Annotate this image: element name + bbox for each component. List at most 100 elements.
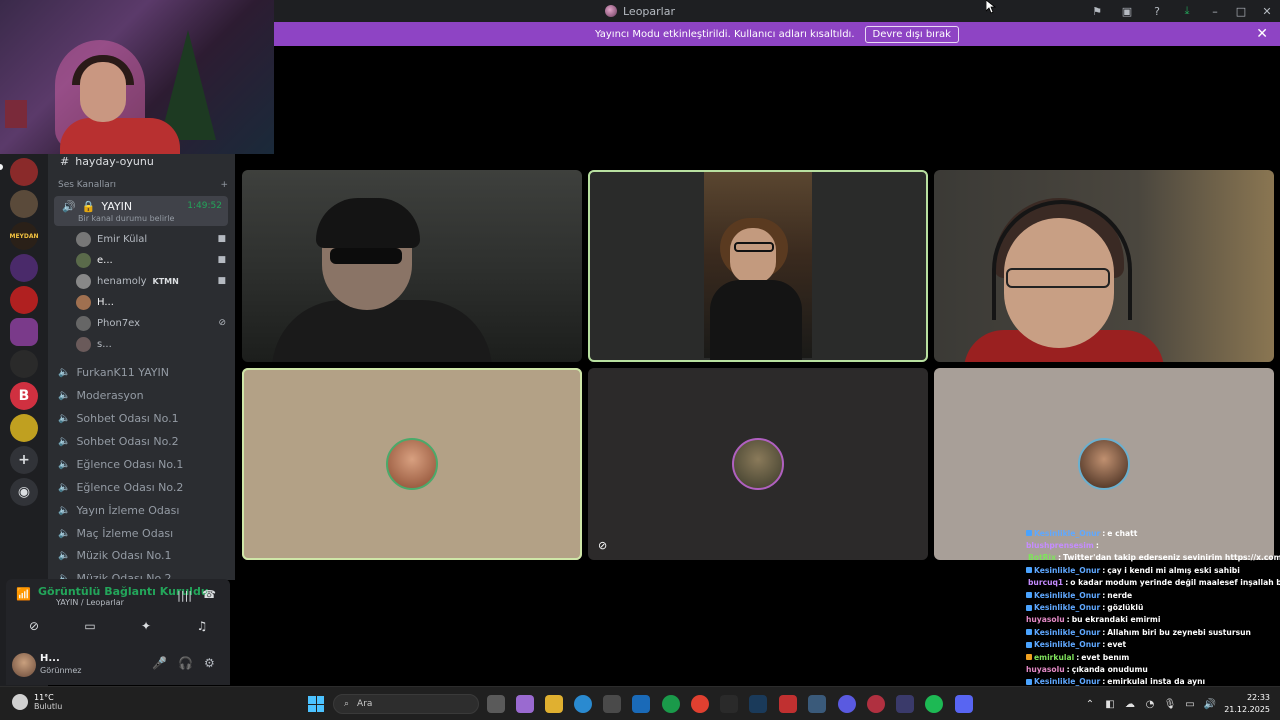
noise-suppression-icon[interactable]: |||| (177, 589, 192, 602)
voice-channel[interactable]: 🔈 Sohbet Odası No.1 (58, 408, 230, 428)
steam-icon[interactable] (749, 695, 767, 713)
clock-date: 21.12.2025 (1224, 705, 1270, 714)
server-icon-7[interactable] (10, 350, 38, 378)
chat-message: Kesinlikle_Onur: çay i kendi mi almış esk… (1024, 564, 1280, 576)
voice-channel[interactable]: 🔈 Eğlence Odası No.2 (58, 477, 230, 497)
inbox-icon[interactable]: ⚑ (1082, 0, 1112, 22)
app-icon[interactable] (779, 695, 797, 713)
text-channel[interactable]: # hayday-oyunu (60, 154, 154, 168)
discord-icon[interactable] (955, 695, 973, 713)
disconnect-icon[interactable]: ☎ (202, 588, 216, 601)
banner-text: Yayıncı Modu etkinleştirildi. Kullanıcı … (595, 28, 855, 40)
maximize-button[interactable]: □ (1228, 0, 1254, 22)
settings-icon[interactable]: ⚙ (204, 656, 215, 670)
voice-channel[interactable]: 🔈 Sohbet Odası No.2 (58, 431, 230, 451)
microphone-icon[interactable]: 🎤 (152, 656, 167, 670)
voice-channel[interactable]: 🔈 FurkanK11 YAYIN (58, 362, 230, 382)
camera-off-icon[interactable]: ⊘ (14, 615, 54, 637)
voice-member[interactable]: s... (76, 335, 226, 353)
server-icon-5[interactable] (10, 286, 38, 314)
voice-channel[interactable]: 🔈 Moderasyon (58, 385, 230, 405)
chrome-icon[interactable] (691, 695, 709, 713)
voice-member[interactable]: e... ■ (76, 251, 226, 269)
activities-icon[interactable]: ✦ (126, 615, 166, 637)
close-window-button[interactable]: ✕ (1254, 0, 1280, 22)
server-icon-8[interactable]: B (10, 382, 38, 410)
chat-text: çay i kendi mi almış eski sahibi (1107, 565, 1240, 575)
app-icon[interactable] (808, 695, 826, 713)
server-icon-1[interactable] (10, 158, 38, 186)
add-channel-icon[interactable]: + (220, 180, 228, 190)
camera-icon: ■ (217, 255, 226, 265)
voice-category[interactable]: Ses Kanalları + (58, 180, 228, 190)
weather-condition: Bulutlu (34, 702, 63, 711)
screen-share-icon[interactable]: ▭ (70, 615, 110, 637)
voice-member[interactable]: Emir Külal ■ (76, 230, 226, 248)
server-icon-4[interactable] (10, 254, 38, 282)
taskbar-search[interactable]: ⌕ Ara (333, 694, 479, 714)
soundboard-icon[interactable]: ♫ (182, 615, 222, 637)
video-tile[interactable] (242, 170, 582, 362)
avatar (76, 252, 91, 268)
onedrive-icon[interactable]: ☁ (1120, 699, 1140, 710)
voice-member[interactable]: H... (76, 293, 226, 311)
explore-icon[interactable]: ◉ (10, 478, 38, 506)
video-tile-speaking[interactable] (588, 170, 928, 362)
streamer-webcam (0, 0, 274, 154)
voice-channel[interactable]: 🔈 Yayın İzleme Odası (58, 500, 230, 520)
weather-widget[interactable]: 11°C Bulutlu (12, 693, 62, 711)
signal-icon[interactable]: 📶 (16, 587, 31, 601)
network-icon[interactable]: ◔ (1140, 699, 1160, 710)
task-view-icon[interactable] (487, 695, 505, 713)
file-explorer-icon[interactable] (545, 695, 563, 713)
tray-app-icon[interactable]: ◧ (1100, 699, 1120, 710)
edge-icon[interactable] (574, 695, 592, 713)
voice-channel[interactable]: 🔈 Maç İzleme Odası (58, 523, 230, 543)
app-icon[interactable] (896, 695, 914, 713)
voice-member[interactable]: henamoly KTMN ■ (76, 272, 226, 290)
connection-channel[interactable]: YAYIN / Leoparlar (56, 598, 124, 607)
mic-icon[interactable]: 🎙 (1160, 699, 1180, 710)
xbox-icon[interactable] (662, 695, 680, 713)
badge-icon (1026, 592, 1032, 599)
audio-tile[interactable]: ⊘ (588, 368, 928, 560)
add-server-icon[interactable]: + (10, 446, 38, 474)
user-name[interactable]: H... (40, 653, 60, 664)
video-tile[interactable] (934, 170, 1274, 362)
voice-channel[interactable]: 🔈 Müzik Odası No.1 (58, 545, 230, 565)
window-icon[interactable]: ▣ (1112, 0, 1142, 22)
server-icon-2[interactable] (10, 190, 38, 218)
voice-channel-name: Eğlence Odası No.1 (76, 457, 184, 471)
voice-member[interactable]: Phon7ex ⊘ (76, 314, 226, 332)
store-icon[interactable] (603, 695, 621, 713)
avatar (1078, 438, 1130, 490)
app-icon[interactable] (838, 695, 856, 713)
avatar (76, 231, 91, 247)
avatar[interactable] (12, 653, 36, 677)
spotify-icon[interactable] (925, 695, 943, 713)
help-icon[interactable]: ? (1142, 0, 1172, 22)
close-banner-icon[interactable]: ✕ (1256, 26, 1268, 42)
copilot-icon[interactable] (516, 695, 534, 713)
channel-status[interactable]: Bir kanal durumu belirle (78, 214, 174, 223)
epic-games-icon[interactable] (720, 695, 738, 713)
display-icon[interactable]: ▭ (1180, 699, 1200, 710)
headphones-icon[interactable]: 🎧 (178, 656, 193, 670)
voice-channel[interactable]: 🔈 Eğlence Odası No.1 (58, 454, 230, 474)
chat-user: Kesinlikle_Onur (1034, 565, 1101, 575)
outlook-icon[interactable] (632, 695, 650, 713)
audio-tile-speaking[interactable] (242, 368, 582, 560)
server-icon-meydan[interactable]: MEYDAN (9, 222, 39, 250)
start-button[interactable] (308, 696, 324, 712)
app-icon[interactable] (867, 695, 885, 713)
voice-channel-name: FurkanK11 YAYIN (76, 365, 169, 379)
server-icon-leoparlar[interactable] (10, 318, 38, 346)
server-icon-9[interactable] (10, 414, 38, 442)
clock[interactable]: 22:33 21.12.2025 (1220, 692, 1280, 716)
minimize-button[interactable]: – (1202, 0, 1228, 22)
chevron-up-icon[interactable]: ⌃ (1080, 699, 1100, 710)
download-icon[interactable]: ⤓ (1172, 0, 1202, 22)
volume-icon[interactable]: 🔊 (1200, 699, 1220, 710)
disable-streamer-mode-button[interactable]: Devre dışı bırak (864, 25, 959, 43)
active-voice-channel[interactable]: 🔊 🔒 YAYIN 1:49:52 Bir kanal durumu belir… (54, 196, 228, 226)
